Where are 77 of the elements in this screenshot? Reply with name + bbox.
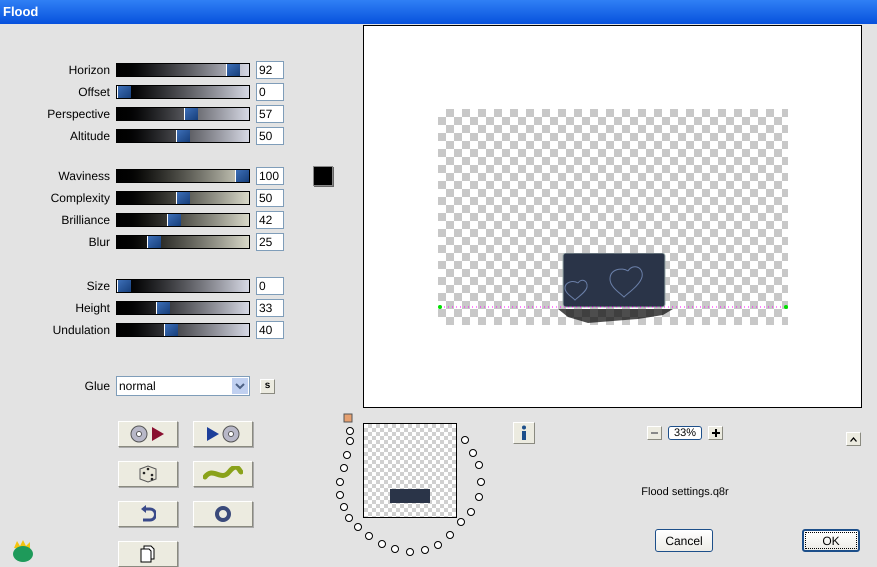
chevron-down-icon [232,378,248,394]
zoom-in-button[interactable] [708,426,723,440]
slider-label: Undulation [52,322,110,339]
slider-label: Offset [77,84,110,101]
logo-icon [10,538,36,564]
random-button[interactable] [118,461,178,487]
glue-label: Glue [84,378,110,395]
pages-icon [140,545,156,563]
slider-track[interactable] [116,191,250,205]
collapse-button[interactable] [846,432,861,446]
disc-play-button[interactable] [118,421,178,447]
slider-thumb[interactable] [184,108,198,120]
slider-label: Complexity [50,190,110,207]
value-field[interactable]: 40 [256,321,284,339]
value-field[interactable]: 92 [256,61,284,79]
undo-arrow-icon [140,505,156,523]
slider-label: Waviness [57,168,110,185]
slider-label: Blur [88,234,110,251]
value-field[interactable]: 42 [256,211,284,229]
play-disc-icon [205,425,241,443]
slider-thumb[interactable] [117,86,131,98]
slider-thumb[interactable] [166,214,181,226]
slider-thumb[interactable] [176,130,190,142]
preset-file-name: Flood settings.q8r [641,485,729,499]
slider-track[interactable] [116,169,250,183]
copy-button[interactable] [118,541,178,567]
play-disc-button[interactable] [193,421,253,447]
slider-label: Size [86,278,110,295]
slider-track[interactable] [116,301,250,315]
color-swatch[interactable] [313,166,333,186]
plus-icon [712,429,720,437]
slider-track[interactable] [116,235,250,249]
value-field[interactable]: 33 [256,299,284,317]
disc-play-icon [130,425,166,443]
wave-button[interactable] [193,461,253,487]
window-title: Flood [3,3,38,22]
caret-up-icon [850,436,857,442]
ring-icon [214,505,232,523]
wave-icon [203,466,243,482]
slider-thumb[interactable] [146,236,160,248]
value-field[interactable]: 0 [256,277,284,295]
slider-thumb[interactable] [235,170,249,182]
slider-track[interactable] [116,107,250,121]
slider-label: Height [74,300,110,317]
value-field[interactable]: 0 [256,83,284,101]
undo-button[interactable] [118,501,178,527]
slider-thumb[interactable] [117,280,131,292]
slider-track[interactable] [116,323,250,337]
value-field[interactable]: 100 [256,167,284,185]
slider-label: Altitude [68,128,110,145]
slider-thumb[interactable] [156,302,170,314]
slider-label: Perspective [46,106,110,123]
dice-icon [138,464,158,484]
dialog-button[interactable]: Cancel [655,529,713,552]
zoom-field[interactable]: 33% [668,426,702,440]
slider-thumb[interactable] [226,64,240,76]
small-button[interactable]: s [260,378,275,394]
value-field[interactable]: 57 [256,105,284,123]
slider-track[interactable] [116,213,250,227]
value-field[interactable]: 50 [256,127,284,145]
glue-dropdown[interactable]: normal [116,376,250,396]
zoom-out-button[interactable] [647,426,662,440]
info-icon [520,425,528,441]
slider-track[interactable] [116,85,250,99]
info-button[interactable] [513,422,535,444]
slider-label: Horizon [68,62,110,79]
reset-button[interactable] [193,501,253,527]
slider-thumb[interactable] [164,324,178,336]
value-field[interactable]: 50 [256,189,284,207]
slider-track[interactable] [116,279,250,293]
minus-icon [651,432,658,434]
slider-track[interactable] [116,129,250,143]
dialog-button[interactable]: OK [802,529,860,552]
slider-track[interactable] [116,63,250,77]
value-field[interactable]: 25 [256,233,284,251]
slider-thumb[interactable] [176,192,190,204]
slider-label: Brilliance [60,212,110,229]
